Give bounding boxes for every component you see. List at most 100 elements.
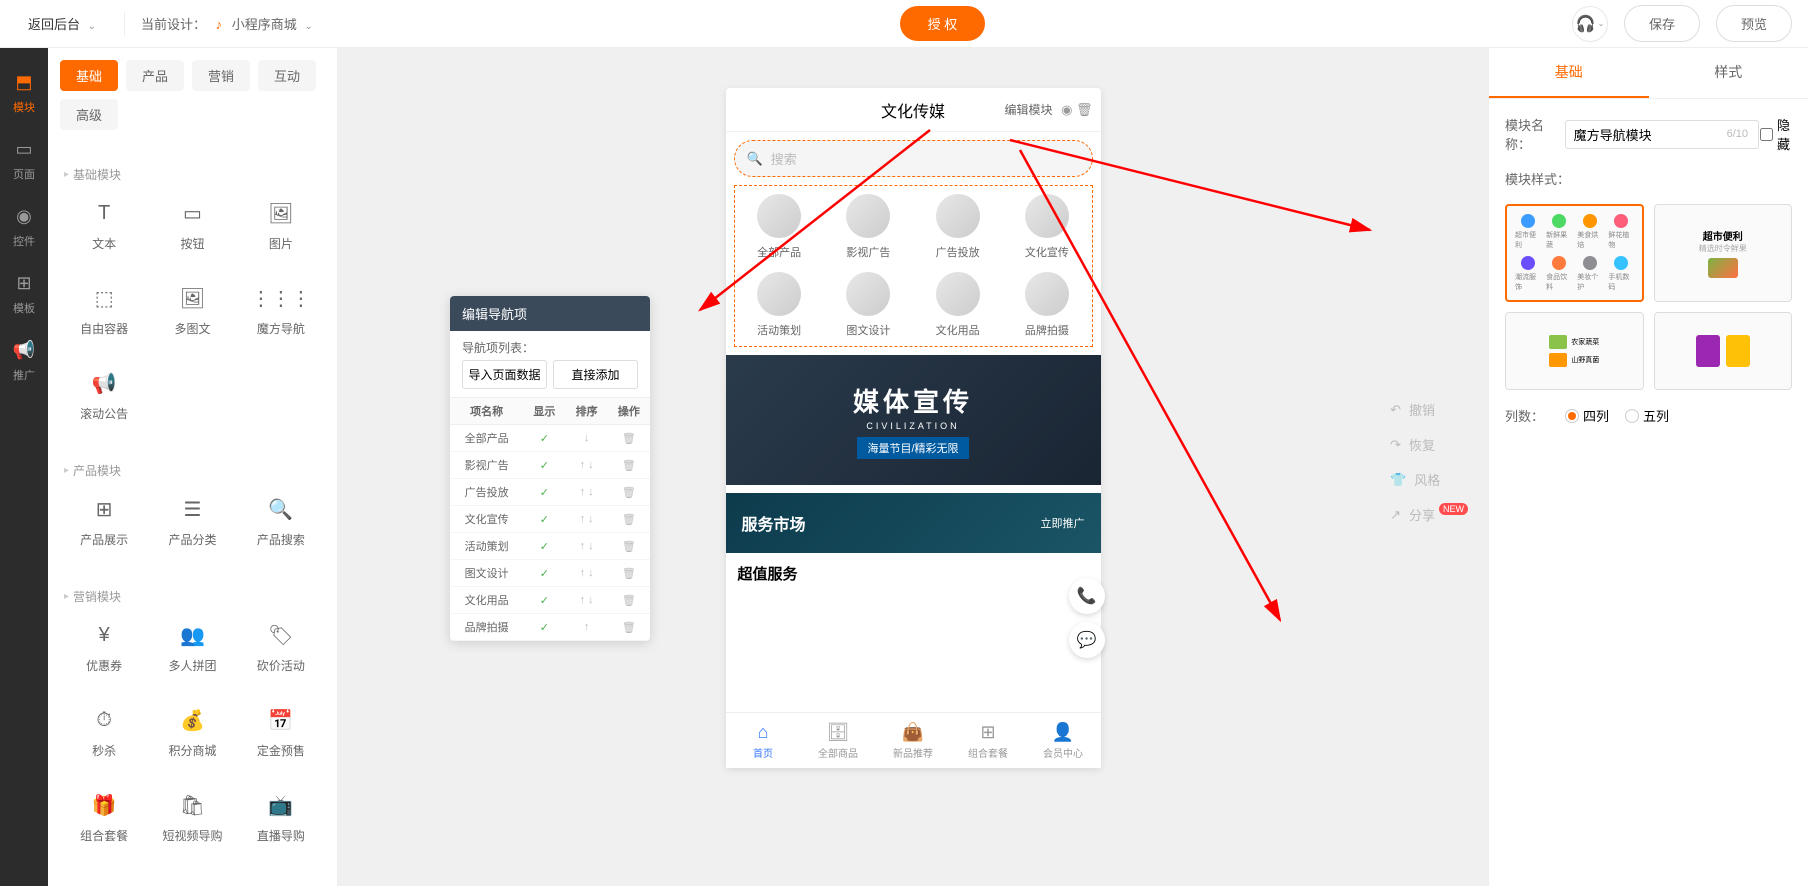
delete-icon[interactable]: 🗑 (1076, 102, 1093, 118)
radio-four-columns[interactable]: 四列 (1565, 406, 1609, 425)
radio-five-columns[interactable]: 五列 (1625, 406, 1669, 425)
leftrail-item-2[interactable]: ◉控件 (0, 194, 48, 261)
module-name-row: 模块名称： 6/10 隐藏 (1505, 115, 1792, 153)
delete-row-icon[interactable]: 🗑 (622, 460, 636, 472)
move-up-icon[interactable]: ↑ (580, 594, 586, 606)
move-up-icon[interactable]: ↑ (580, 486, 586, 498)
move-down-icon[interactable]: ↓ (588, 540, 594, 552)
support-button[interactable]: 🎧 ⌄ (1572, 6, 1608, 42)
style-option-3[interactable]: 农家蔬菜 山野真菌 (1505, 312, 1644, 390)
tabbar-item-4[interactable]: 👤会员中心 (1026, 713, 1101, 768)
current-design[interactable]: 当前设计： ♪ 小程序商城 ⌄ (141, 14, 313, 33)
move-up-icon[interactable]: ↑ (580, 540, 586, 552)
nav-item[interactable]: 广告投放 (913, 194, 1002, 260)
module-icon: ▭ (178, 199, 206, 227)
canvas-action-撤销[interactable]: ↶撤销 (1390, 400, 1468, 419)
move-down-icon[interactable]: ↓ (588, 513, 594, 525)
tab-basic[interactable]: 基础 (1489, 48, 1649, 98)
hide-checkbox[interactable]: 隐藏 (1760, 115, 1792, 153)
nav-thumb (1025, 194, 1069, 238)
module-item-滚动公告[interactable]: 📢滚动公告 (64, 361, 144, 430)
import-page-data-button[interactable]: 导入页面数据 (462, 360, 547, 389)
save-button[interactable]: 保存 (1624, 5, 1700, 42)
leftrail-item-0[interactable]: ⬒模块 (0, 60, 48, 127)
nav-item[interactable]: 文化用品 (913, 272, 1002, 338)
delete-row-icon[interactable]: 🗑 (622, 595, 636, 607)
phone-float-button[interactable]: 📞 (1069, 578, 1105, 614)
move-down-icon[interactable]: ↓ (588, 486, 594, 498)
move-up-icon[interactable]: ↑ (580, 567, 586, 579)
canvas-action-风格[interactable]: 👕风格 (1390, 470, 1468, 489)
back-link[interactable]: 返回后台 ⌄ (16, 14, 108, 33)
media-banner[interactable]: 媒体宣传 CIVILIZATION 海量节目/精彩无限 (726, 355, 1101, 485)
leftrail-item-4[interactable]: 📢推广 (0, 328, 48, 395)
tabbar-item-1[interactable]: 🗄全部商品 (801, 713, 876, 768)
module-item-按钮[interactable]: ▭按钮 (152, 191, 232, 260)
direct-add-button[interactable]: 直接添加 (553, 360, 638, 389)
module-item-积分商城[interactable]: 💰积分商城 (152, 698, 232, 767)
nav-item[interactable]: 活动策划 (735, 272, 824, 338)
tab-style[interactable]: 样式 (1649, 48, 1808, 98)
move-down-icon[interactable]: ↓ (588, 459, 594, 471)
move-down-icon[interactable]: ↓ (588, 567, 594, 579)
module-item-产品搜索[interactable]: 🔍产品搜索 (241, 487, 321, 556)
leftrail-item-3[interactable]: ⊞模板 (0, 261, 48, 328)
module-item-文本[interactable]: T文本 (64, 191, 144, 260)
module-item-产品分类[interactable]: ☰产品分类 (152, 487, 232, 556)
delete-row-icon[interactable]: 🗑 (622, 568, 636, 580)
style-option-4[interactable] (1654, 312, 1793, 390)
nav-grid-module[interactable]: 全部产品影视广告广告投放文化宣传活动策划图文设计文化用品品牌拍摄 (734, 185, 1093, 347)
wechat-float-button[interactable]: 💬 (1069, 622, 1105, 658)
edit-module-button[interactable]: 编辑模块 (1004, 101, 1052, 118)
module-item-图片[interactable]: 🖼图片 (241, 191, 321, 260)
hide-checkbox-input[interactable] (1760, 128, 1773, 141)
delete-row-icon[interactable]: 🗑 (622, 514, 636, 526)
module-item-组合套餐[interactable]: 🎁组合套餐 (64, 783, 144, 852)
module-tab-基础[interactable]: 基础 (60, 60, 118, 91)
module-item-产品展示[interactable]: ⊞产品展示 (64, 487, 144, 556)
module-tab-产品[interactable]: 产品 (126, 60, 184, 91)
auth-button[interactable]: 授 权 (900, 6, 986, 41)
module-item-多人拼团[interactable]: 👥多人拼团 (152, 613, 232, 682)
service-banner[interactable]: 服务市场 立即推广 (726, 493, 1101, 553)
move-up-icon[interactable]: ↑ (584, 621, 590, 633)
module-item-秒杀[interactable]: ⏱秒杀 (64, 698, 144, 767)
module-icon: 🎁 (90, 791, 118, 819)
module-item-魔方导航[interactable]: ⋮⋮⋮魔方导航 (241, 276, 321, 345)
module-icon: 🖼 (178, 284, 206, 312)
delete-row-icon[interactable]: 🗑 (622, 487, 636, 499)
style-option-2[interactable]: 超市便利 精选时令鲜果 (1654, 204, 1793, 302)
module-item-直播导购[interactable]: 📺直播导购 (241, 783, 321, 852)
canvas-action-恢复[interactable]: ↷恢复 (1390, 435, 1468, 454)
module-item-优惠券[interactable]: ¥优惠券 (64, 613, 144, 682)
module-tab-营销[interactable]: 营销 (192, 60, 250, 91)
module-item-自由容器[interactable]: ⬚自由容器 (64, 276, 144, 345)
nav-item[interactable]: 图文设计 (824, 272, 913, 338)
tabbar-item-2[interactable]: 👜新品推荐 (876, 713, 951, 768)
tabbar-item-3[interactable]: ⊞组合套餐 (951, 713, 1026, 768)
module-tab-互动[interactable]: 互动 (258, 60, 316, 91)
search-bar[interactable]: 🔍 搜索 (734, 140, 1093, 177)
nav-item[interactable]: 全部产品 (735, 194, 824, 260)
nav-item[interactable]: 文化宣传 (1002, 194, 1091, 260)
delete-row-icon[interactable]: 🗑 (622, 622, 636, 634)
module-item-定金预售[interactable]: 📅定金预售 (241, 698, 321, 767)
move-down-icon[interactable]: ↓ (588, 594, 594, 606)
module-item-多图文[interactable]: 🖼多图文 (152, 276, 232, 345)
visibility-icon[interactable]: ◉ (1061, 102, 1072, 118)
move-down-icon[interactable]: ↓ (584, 432, 590, 444)
module-item-砍价活动[interactable]: 🏷砍价活动 (241, 613, 321, 682)
module-item-短视频导购[interactable]: 🛍短视频导购 (152, 783, 232, 852)
tabbar-item-0[interactable]: ⌂首页 (726, 713, 801, 768)
nav-item[interactable]: 品牌拍摄 (1002, 272, 1091, 338)
leftrail-item-1[interactable]: ▭页面 (0, 127, 48, 194)
nav-item[interactable]: 影视广告 (824, 194, 913, 260)
canvas-action-分享[interactable]: ↗分享NEW (1390, 505, 1468, 524)
move-up-icon[interactable]: ↑ (580, 459, 586, 471)
module-tab-高级[interactable]: 高级 (60, 99, 118, 130)
delete-row-icon[interactable]: 🗑 (622, 541, 636, 553)
move-up-icon[interactable]: ↑ (580, 513, 586, 525)
style-option-1[interactable]: 超市便利新鲜果蔬美食烘焙鲜花植物潮流服饰食品饮料美妆个护手机数码 (1505, 204, 1644, 302)
preview-button[interactable]: 预览 (1716, 5, 1792, 42)
delete-row-icon[interactable]: 🗑 (622, 433, 636, 445)
